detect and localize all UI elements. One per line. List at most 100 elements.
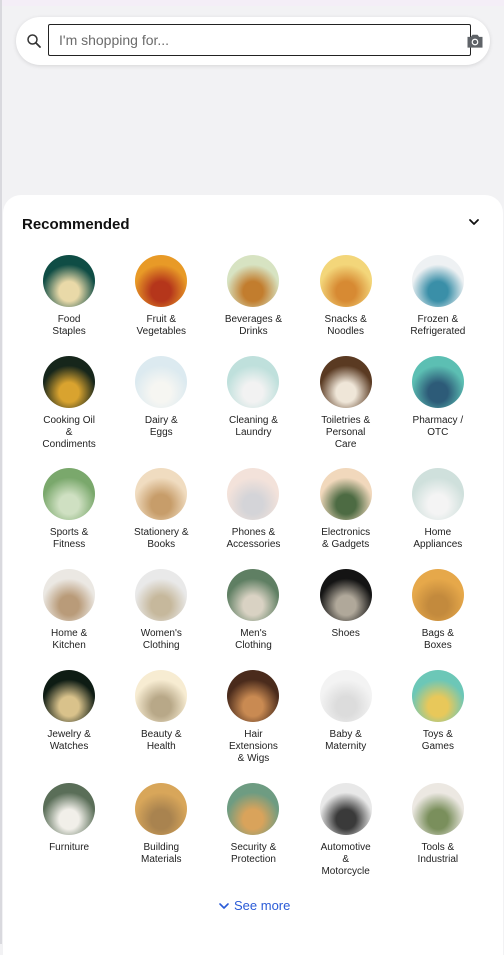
category-label: Furniture (49, 842, 90, 853)
chevron-down-icon[interactable] (467, 215, 481, 229)
category-item[interactable]: Fruit & Vegetables (115, 255, 207, 356)
category-label: Electronics & Gadgets (321, 527, 371, 550)
category-item[interactable]: Phones & Accessories (207, 468, 299, 569)
category-thumbnail (411, 569, 464, 621)
category-label: Snacks & Noodles (324, 314, 367, 337)
category-item[interactable]: Building Materials (115, 783, 207, 884)
category-label: Baby & Maternity (325, 729, 367, 752)
category-thumbnail (227, 468, 280, 520)
category-label: Security & Protection (230, 842, 277, 865)
category-item[interactable]: Pharmacy / OTC (392, 356, 484, 468)
category-item[interactable]: Cleaning & Laundry (207, 356, 299, 468)
category-item[interactable]: Women's Clothing (115, 569, 207, 670)
category-label: Stationery & Books (134, 527, 189, 550)
category-thumbnail (227, 255, 280, 307)
category-thumbnail (227, 569, 280, 621)
category-thumbnail (135, 356, 188, 408)
category-thumbnail (319, 569, 372, 621)
category-item[interactable]: Jewelry & Watches (23, 670, 115, 783)
category-item[interactable]: Automotive & Motorcycle (300, 783, 392, 884)
category-item[interactable]: Toys & Games (392, 670, 484, 783)
category-thumbnail (227, 783, 280, 835)
category-thumbnail (135, 468, 188, 520)
category-thumbnail (135, 783, 188, 835)
category-label: Food Staples (52, 314, 86, 337)
category-label: Fruit & Vegetables (136, 314, 187, 337)
camera-icon[interactable] (465, 31, 485, 51)
category-thumbnail (43, 670, 96, 722)
category-label: Building Materials (140, 842, 182, 865)
category-label: Home Appliances (413, 527, 463, 550)
category-item[interactable]: Stationery & Books (115, 468, 207, 569)
category-item[interactable]: Hair Extensions & Wigs (207, 670, 299, 783)
category-item[interactable]: Beauty & Health (115, 670, 207, 783)
category-label: Beverages & Drinks (224, 314, 283, 337)
category-label: Cooking Oil & Condiments (42, 415, 96, 450)
category-item[interactable]: Food Staples (23, 255, 115, 356)
category-label: Women's Clothing (140, 628, 182, 651)
window-edge (0, 0, 2, 944)
category-thumbnail (135, 255, 188, 307)
recommended-panel: Recommended Food Staples Fruit & Vegetabl… (3, 195, 503, 955)
category-thumbnail (411, 468, 464, 520)
category-thumbnail (135, 670, 188, 722)
category-thumbnail (411, 670, 464, 722)
category-item[interactable]: Security & Protection (207, 783, 299, 884)
category-thumbnail (43, 356, 96, 408)
category-thumbnail (411, 356, 464, 408)
category-item[interactable]: Sports & Fitness (23, 468, 115, 569)
category-thumbnail (43, 569, 96, 621)
category-label: Home & Kitchen (51, 628, 88, 651)
category-thumbnail (135, 569, 188, 621)
category-label: Men's Clothing (235, 628, 272, 651)
category-item[interactable]: Dairy & Eggs (115, 356, 207, 468)
category-label: Automotive & Motorcycle (320, 842, 371, 877)
category-thumbnail (319, 468, 372, 520)
category-thumbnail (411, 783, 464, 835)
category-item[interactable]: Tools & Industrial (392, 783, 484, 884)
category-label: Frozen & Refrigerated (410, 314, 466, 337)
category-item[interactable]: Men's Clothing (207, 569, 299, 670)
category-label: Toys & Games (421, 729, 454, 752)
category-grid: Food Staples Fruit & Vegetables Beverages … (23, 255, 483, 884)
category-thumbnail (319, 670, 372, 722)
category-item[interactable]: Beverages & Drinks (207, 255, 299, 356)
category-thumbnail (411, 255, 464, 307)
category-item[interactable]: Home Appliances (392, 468, 484, 569)
category-item[interactable]: Furniture (23, 783, 115, 884)
category-label: Tools & Industrial (417, 842, 459, 865)
category-thumbnail (319, 783, 372, 835)
category-label: Cleaning & Laundry (229, 415, 278, 438)
category-item[interactable]: Electronics & Gadgets (300, 468, 392, 569)
category-label: Beauty & Health (140, 729, 182, 752)
category-item[interactable]: Frozen & Refrigerated (392, 255, 484, 356)
category-item[interactable]: Bags & Boxes (392, 569, 484, 670)
category-thumbnail (227, 356, 280, 408)
category-label: Pharmacy / OTC (412, 415, 464, 438)
category-label: Toiletries & Personal Care (321, 415, 371, 450)
category-thumbnail (43, 783, 96, 835)
category-thumbnail (43, 468, 96, 520)
search-icon[interactable] (25, 32, 43, 50)
category-label: Bags & Boxes (421, 628, 454, 651)
category-label: Shoes (331, 628, 360, 639)
category-item[interactable]: Toiletries & Personal Care (300, 356, 392, 468)
search-input[interactable] (48, 24, 471, 56)
category-thumbnail (319, 356, 372, 408)
chevron-down-icon (219, 902, 229, 909)
search-bar (16, 17, 490, 65)
category-item[interactable]: Baby & Maternity (300, 670, 392, 783)
category-label: Dairy & Eggs (144, 415, 178, 438)
category-item[interactable]: Cooking Oil & Condiments (23, 356, 115, 468)
category-label: Jewelry & Watches (47, 729, 91, 752)
category-item[interactable]: Snacks & Noodles (300, 255, 392, 356)
category-thumbnail (319, 255, 372, 307)
category-label: Phones & Accessories (226, 527, 281, 550)
see-more-label: See more (234, 898, 291, 913)
see-more-button[interactable]: See more (218, 898, 290, 913)
section-title: Recommended (22, 216, 130, 233)
category-label: Sports & Fitness (49, 527, 89, 550)
top-strip (0, 0, 504, 6)
category-item[interactable]: Shoes (300, 569, 392, 670)
category-item[interactable]: Home & Kitchen (23, 569, 115, 670)
